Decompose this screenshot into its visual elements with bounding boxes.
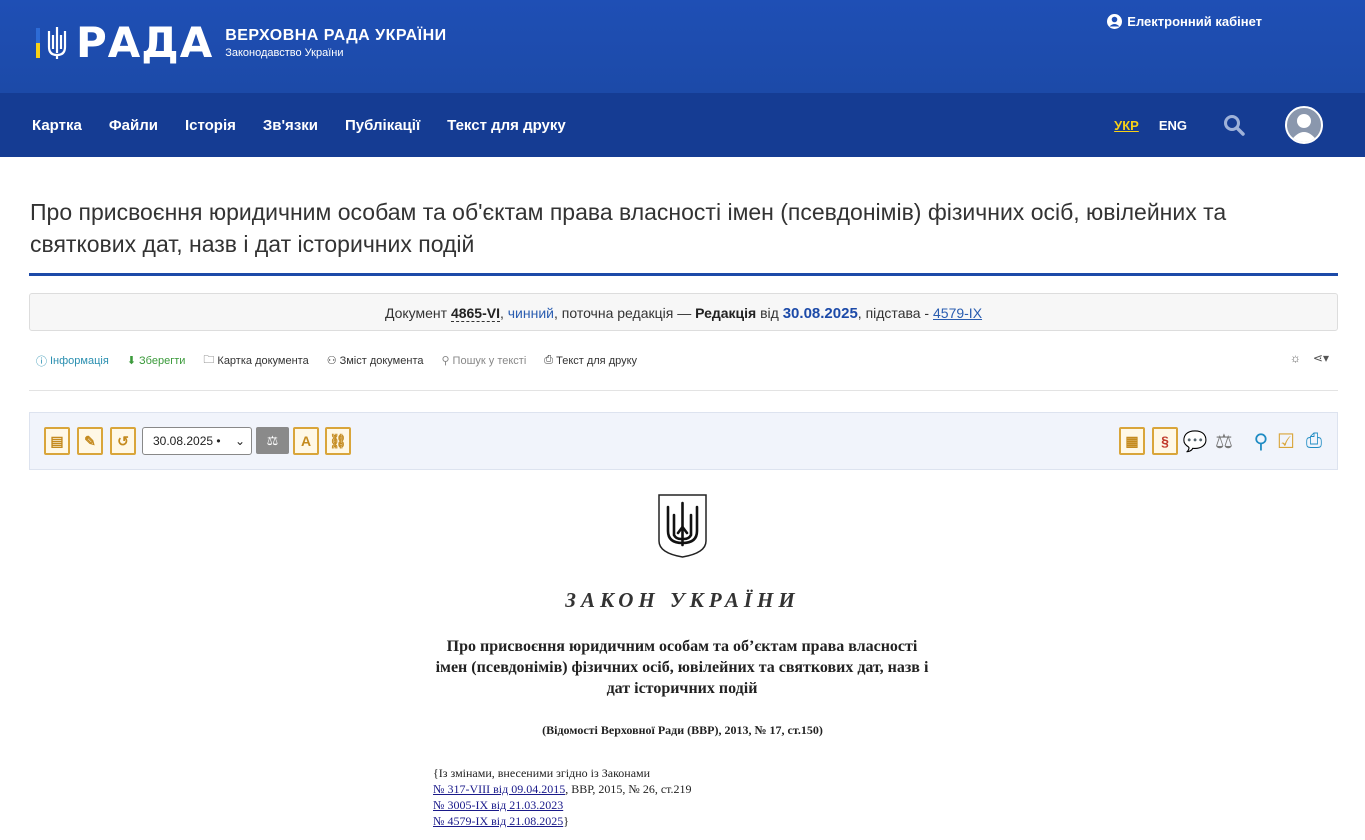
nav-item-publications[interactable]: Публікації (345, 117, 420, 134)
amend-intro: {Із змінами, внесеними згідно із Законам… (433, 766, 651, 780)
check-icon[interactable]: ☑ (1273, 428, 1299, 454)
lang-eng[interactable]: ENG (1159, 118, 1187, 133)
info-label: Інформація (50, 354, 109, 367)
cabinet-label: Електронний кабінет (1127, 14, 1262, 29)
paragraph-icon[interactable]: § (1152, 427, 1178, 455)
doc-mid-text: , поточна редакція — (553, 305, 692, 321)
info-icon: ⓘ (36, 355, 47, 368)
share-icon[interactable]: ⋖▾ (1313, 351, 1329, 365)
cabinet-link[interactable]: Електронний кабінет (1106, 13, 1262, 30)
card-link[interactable]: 🗀 Картка документа (203, 351, 308, 370)
amend-link-1[interactable]: № 317-VIII від 09.04.2015 (433, 782, 565, 796)
doc-state[interactable]: чинний (508, 305, 554, 321)
title-divider (29, 273, 1338, 276)
edit-icon[interactable]: ✎ (77, 427, 103, 455)
font-icon[interactable]: A (293, 427, 319, 455)
nav-items: Картка Файли Історія Зв'язки Публікації … (32, 117, 593, 134)
search-icon[interactable] (1223, 114, 1245, 136)
law-header: ЗАКОН УКРАЇНИ (565, 588, 800, 612)
edition-label: Редакція (695, 305, 757, 321)
contents-label: Зміст документа (339, 354, 424, 367)
history-icon[interactable]: ↺ (110, 427, 136, 455)
print-icon[interactable]: ⎙ (1301, 428, 1327, 454)
print-text-label: Текст для друку (556, 354, 638, 367)
user-circle-icon (1107, 14, 1123, 29)
document-copy-icon[interactable]: ▦ (1119, 427, 1145, 455)
logo-text: РАДА (76, 18, 214, 67)
user-icon (1290, 114, 1318, 142)
date-select-value: 30.08.2025 • (153, 434, 221, 448)
coat-of-arms-icon (658, 494, 707, 558)
link-icon[interactable]: ⛓ (325, 427, 351, 455)
chevron-down-icon: ⌄ (234, 434, 245, 448)
search-text-link[interactable]: ⚲ Пошук у тексті (441, 351, 526, 370)
document-actions: ⓘ Інформація ⬇ Зберегти 🗀 Картка докумен… (36, 351, 655, 370)
info-link[interactable]: ⓘ Інформація (36, 351, 109, 370)
search-doc-icon[interactable]: ⚲ (1248, 428, 1274, 454)
amend-link-3[interactable]: № 4579-IX від 21.08.2025 (433, 814, 563, 828)
nav-item-links[interactable]: Зв'язки (263, 117, 318, 134)
printer-icon: ⎙ (544, 354, 554, 366)
main-nav: Картка Файли Історія Зв'язки Публікації … (0, 93, 1365, 157)
nav-right: УКР ENG (1094, 93, 1323, 157)
logo-subtitle: ВЕРХОВНА РАДА УКРАЇНИ Законодавство Укра… (225, 27, 446, 59)
amend-1-tail: , ВВР, 2015, № 26, ст.219 (565, 782, 692, 796)
download-icon: ⬇ (126, 355, 137, 367)
amend-line-1: № 317-VIII від 09.04.2015, ВВР, 2015, № … (433, 781, 692, 797)
doc-number[interactable]: 4865-VI (450, 305, 500, 322)
compare-scale-icon[interactable]: ⚖ (256, 427, 289, 454)
amend-line-3: № 4579-IX від 21.08.2025} (433, 813, 692, 829)
balance-scale-icon[interactable]: ⚖ (1211, 428, 1237, 454)
flag-bar (36, 28, 40, 58)
save-label: Зберегти (139, 354, 186, 367)
sun-icon[interactable]: ☼ (1290, 351, 1301, 365)
logo-mark: РАДА (36, 22, 213, 64)
law-title: Про присвоєння юридичним особам та об’єк… (435, 638, 929, 697)
divider (29, 390, 1338, 391)
site-logo[interactable]: РАДА ВЕРХОВНА РАДА УКРАЇНИ Законодавство… (36, 22, 447, 64)
org-name: ВЕРХОВНА РАДА УКРАЇНИ (225, 27, 447, 44)
comments-icon[interactable]: 💬 (1182, 428, 1208, 454)
magnifier-icon: ⚲ (441, 355, 450, 367)
edition-date: 30.08.2025 (782, 305, 858, 322)
lang-ukr[interactable]: УКР (1114, 118, 1139, 133)
document-status-bar: Документ 4865-VI, чинний, поточна редакц… (29, 293, 1338, 331)
save-link[interactable]: ⬇ Зберегти (127, 351, 186, 370)
basis-link[interactable]: 4579-IX (933, 305, 982, 321)
folder-icon: 🗀 (203, 354, 215, 366)
document-actions-right: ☼ ⋖▾ (1290, 351, 1329, 365)
doc-prefix: Документ (384, 305, 448, 321)
law-source: (Відомості Верховної Ради (ВВР), 2013, №… (542, 723, 823, 737)
card-label: Картка документа (217, 354, 309, 367)
nav-item-print-text[interactable]: Текст для друку (447, 117, 566, 134)
edition-date-select[interactable]: 30.08.2025 • ⌄ (142, 427, 252, 455)
archive-icon[interactable]: ▤ (44, 427, 70, 455)
org-sub: Законодавство України (225, 47, 344, 59)
print-text-link[interactable]: ⎙ Текст для друку (544, 351, 637, 370)
amendments-block: {Із змінами, внесеними згідно із Законам… (433, 765, 692, 829)
trident-icon (47, 27, 67, 59)
from-word: від (760, 305, 779, 321)
nav-item-card[interactable]: Картка (32, 117, 82, 134)
search-text-label: Пошук у тексті (452, 354, 527, 367)
site-header: РАДА ВЕРХОВНА РАДА УКРАЇНИ Законодавство… (0, 0, 1365, 93)
basis-text: , підстава - (857, 305, 930, 321)
nav-item-files[interactable]: Файли (109, 117, 158, 134)
avatar[interactable] (1285, 106, 1323, 144)
document-toolbar: ▤ ✎ ↺ 30.08.2025 • ⌄ ⚖ A ⛓ ▦ § 💬 ⚖ ⚲ ☑ ⎙ (29, 412, 1338, 470)
contents-link[interactable]: ⚇ Зміст документа (327, 351, 424, 370)
nav-item-history[interactable]: Історія (185, 117, 236, 134)
sitemap-icon: ⚇ (326, 355, 337, 367)
page-title: Про присвоєння юридичним особам та об'єк… (30, 199, 1227, 257)
amend-line-2: № 3005-IX від 21.03.2023 (433, 797, 692, 813)
amend-link-2[interactable]: № 3005-IX від 21.03.2023 (433, 798, 563, 812)
amend-close: } (563, 814, 569, 828)
